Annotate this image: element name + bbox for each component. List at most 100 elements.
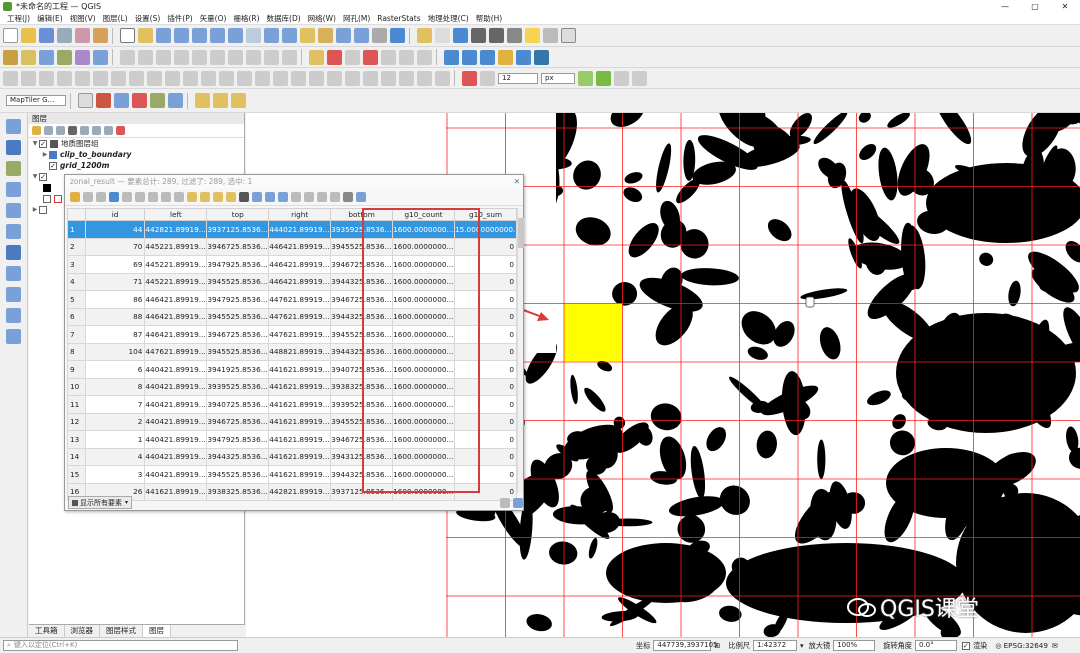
zoom-in-icon[interactable] — [156, 28, 171, 43]
actions-icon[interactable] — [356, 192, 366, 202]
locator-search-input[interactable]: ⌕ 键入以定位(Ctrl+K) — [3, 640, 238, 651]
map-tips-icon[interactable] — [525, 28, 540, 43]
table-cell[interactable]: 104 — [84, 342, 146, 361]
table-cell[interactable]: 440421.89919... — [144, 360, 208, 379]
field-calculator-icon[interactable] — [317, 192, 327, 202]
collapse-arrow-icon[interactable]: ▼ — [31, 173, 39, 180]
delete-field-icon[interactable] — [304, 192, 314, 202]
fix-geometry-icon[interactable] — [596, 70, 611, 86]
add-delimited-icon[interactable] — [57, 49, 72, 65]
show-bookmarks-icon[interactable] — [354, 28, 369, 43]
label-icon[interactable] — [309, 49, 324, 65]
snap-icon[interactable] — [327, 70, 342, 86]
table-cell[interactable]: 442821.89919... — [268, 482, 332, 501]
statistics-icon[interactable] — [471, 28, 486, 43]
table-cell[interactable]: 3947925.8536... — [206, 255, 270, 274]
table-cell[interactable]: 44 — [84, 220, 146, 239]
column-header[interactable]: right — [268, 208, 332, 221]
zoom-tool-icon[interactable] — [114, 93, 129, 108]
table-cell[interactable]: 440421.89919... — [144, 412, 208, 431]
menu-project[interactable]: 工程(J) — [7, 13, 30, 24]
zoom-out-icon[interactable] — [174, 28, 189, 43]
menu-vector[interactable]: 矢量(O) — [200, 13, 227, 24]
close-attr-icon[interactable]: ✕ — [514, 175, 520, 189]
expand-all-icon[interactable] — [92, 126, 101, 135]
new-field-icon[interactable] — [291, 192, 301, 202]
menu-web[interactable]: 网络(W) — [308, 13, 336, 24]
table-cell[interactable]: 448821.89919... — [268, 342, 332, 361]
intersection-icon[interactable] — [435, 70, 450, 86]
cursor-icon[interactable] — [78, 93, 93, 108]
table-cell[interactable]: 441621.89919... — [268, 465, 332, 484]
delete-part-icon[interactable] — [129, 70, 144, 86]
table-cell[interactable]: 447621.89919... — [268, 307, 332, 326]
table-cell[interactable]: 440421.89919... — [144, 395, 208, 414]
pan-icon[interactable] — [120, 28, 135, 43]
pan-to-selected-icon[interactable] — [265, 192, 275, 202]
conditional-format-icon[interactable] — [330, 192, 340, 202]
column-header[interactable]: left — [144, 208, 208, 221]
table-cell[interactable]: 446421.89919... — [268, 272, 332, 291]
layer-checkbox[interactable]: ✓ — [39, 172, 47, 181]
layer-checkbox[interactable]: ✓ — [39, 139, 47, 148]
table-cell[interactable]: 69 — [84, 255, 146, 274]
add-wms-layer-icon[interactable] — [6, 266, 21, 281]
table-cell[interactable]: 440421.89919... — [144, 465, 208, 484]
pin-icon[interactable] — [96, 93, 111, 108]
magnifier-field[interactable]: 100% — [833, 640, 876, 651]
add-feature-icon[interactable] — [122, 192, 132, 202]
layer-row[interactable]: ✓ grid_1200m — [29, 160, 244, 171]
table-cell[interactable]: 441621.89919... — [268, 377, 332, 396]
add-wms-icon[interactable] — [93, 49, 108, 65]
temporal-icon[interactable] — [372, 28, 387, 43]
collapse-arrow-icon[interactable]: ▼ — [31, 140, 39, 147]
table-cell[interactable]: 446421.89919... — [268, 237, 332, 256]
menu-processing[interactable]: 地理处理(C) — [428, 13, 469, 24]
snapping-type-icon[interactable] — [480, 70, 495, 86]
table-cell[interactable]: 445221.89919... — [144, 255, 208, 274]
merge-features-icon[interactable] — [219, 70, 234, 86]
attribute-table-icon[interactable] — [453, 28, 468, 43]
settings-icon[interactable] — [543, 28, 558, 43]
add-mesh-icon[interactable] — [75, 49, 90, 65]
save-edits-icon[interactable] — [96, 192, 106, 202]
add-vector-icon[interactable] — [21, 49, 36, 65]
table-cell[interactable]: 8 — [84, 377, 146, 396]
zoom-full-icon[interactable] — [192, 28, 207, 43]
toggle-editing-icon[interactable] — [120, 49, 135, 65]
rotation-field[interactable]: 0.0° — [914, 640, 957, 651]
new-3d-view-icon[interactable] — [318, 28, 333, 43]
dock-icon[interactable] — [343, 192, 353, 202]
coord-field[interactable]: 447739,3937105 — [653, 640, 718, 651]
row-number[interactable]: 2 — [67, 237, 86, 256]
zoom-last-icon[interactable] — [264, 28, 279, 43]
add-vector-layer-icon[interactable] — [6, 119, 21, 134]
table-cell[interactable]: 3945525.8536... — [206, 342, 270, 361]
row-number[interactable]: 8 — [67, 342, 86, 361]
select-expression-icon[interactable] — [187, 192, 197, 202]
simplify-icon[interactable] — [39, 70, 54, 86]
extent-icon[interactable] — [168, 93, 183, 108]
add-group-icon[interactable] — [44, 126, 53, 135]
clear-errors-icon[interactable] — [614, 70, 629, 86]
identify-icon[interactable] — [417, 28, 432, 43]
sigma-icon[interactable] — [489, 28, 504, 43]
scale-field[interactable]: 1:42372 — [753, 640, 797, 651]
menu-help[interactable]: 帮助(H) — [476, 13, 503, 24]
digitize-icon[interactable] — [156, 49, 171, 65]
zoom-next-icon[interactable] — [282, 28, 297, 43]
table-cell[interactable]: 440421.89919... — [144, 447, 208, 466]
table-cell[interactable]: 444021.89919... — [268, 220, 332, 239]
layer-row[interactable]: ▶ clip_to_boundary — [29, 149, 244, 160]
menu-layer[interactable]: 图层(L) — [103, 13, 128, 24]
label-show-icon[interactable] — [345, 49, 360, 65]
show-all-features-button[interactable]: 显示所有要素 ▾ — [68, 496, 132, 509]
table-cell[interactable]: 3947925.8536... — [206, 430, 270, 449]
table-cell[interactable]: 440421.89919... — [144, 377, 208, 396]
table-cell[interactable]: 3946725.8536... — [206, 325, 270, 344]
style-manager-icon[interactable] — [93, 28, 108, 43]
table-cell[interactable]: 1 — [84, 430, 146, 449]
close-button[interactable]: ✕ — [1050, 2, 1080, 11]
row-number[interactable]: 12 — [67, 412, 86, 431]
zoom-native-icon[interactable] — [246, 28, 261, 43]
